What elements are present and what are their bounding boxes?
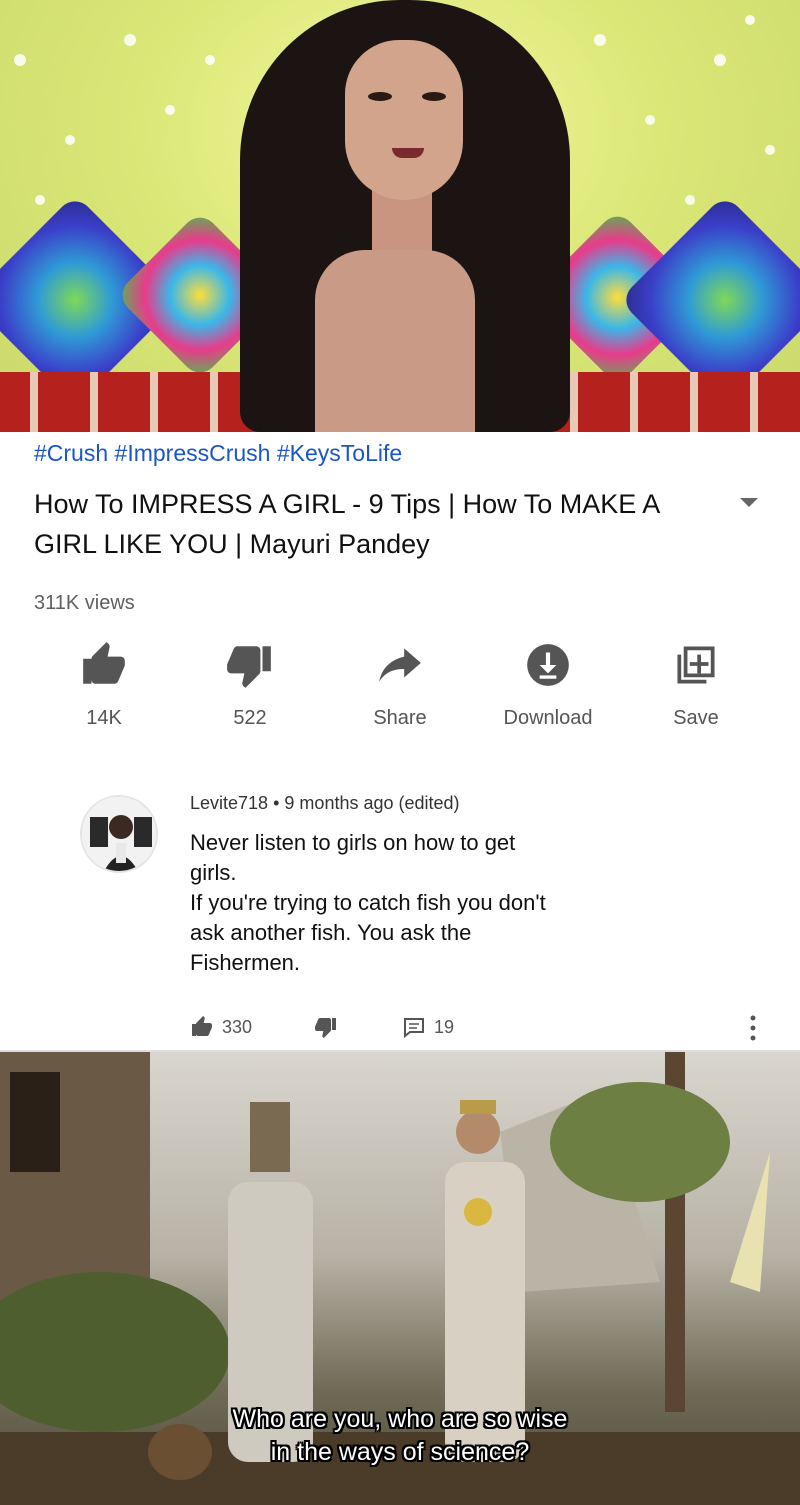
presenter-eye [368, 92, 392, 101]
comment-body: Never listen to girls on how to get girl… [190, 828, 710, 978]
subtitle-line: Who are you, who are so wise [232, 1405, 568, 1433]
light [124, 34, 136, 46]
light [65, 135, 75, 145]
comment-reply-button[interactable]: 19 [402, 1012, 454, 1042]
dislike-count: 522 [233, 707, 267, 729]
video-title[interactable]: How To IMPRESS A GIRL - 9 Tips | How To … [34, 484, 724, 564]
comment-dislike-button[interactable] [314, 1012, 338, 1042]
download-label: Download [503, 707, 593, 729]
meta-separator: • [273, 793, 280, 813]
expand-description-icon[interactable] [740, 498, 758, 507]
like-button[interactable]: 14K [44, 640, 164, 740]
thumbs-down-icon [227, 646, 271, 688]
presenter-body [315, 250, 475, 432]
add-to-playlist-icon [677, 646, 715, 684]
trees [550, 1082, 730, 1202]
view-count: 311K views [34, 592, 135, 614]
dislike-button[interactable]: 522 [190, 640, 310, 740]
comment-line: girls. [190, 860, 237, 885]
thumbs-up-icon [83, 642, 125, 684]
crest [464, 1198, 492, 1226]
download-button[interactable]: Download [488, 640, 608, 740]
light [685, 195, 695, 205]
share-label: Share [373, 707, 427, 729]
like-count: 14K [86, 707, 122, 729]
download-icon [527, 644, 569, 686]
light [745, 15, 755, 25]
light [765, 145, 775, 155]
comment-line: Fishermen. [190, 950, 301, 975]
light [165, 105, 175, 115]
comment-header: Levite718 • 9 months ago (edited) [190, 793, 460, 814]
thumbs-up-icon [192, 1016, 212, 1036]
comment-line: Never listen to girls on how to get [190, 830, 516, 855]
presenter-mouth [392, 148, 424, 158]
subtitle-line: in the ways of science? [270, 1438, 530, 1466]
commenter-avatar[interactable] [80, 795, 158, 873]
light [594, 34, 606, 46]
light [35, 195, 45, 205]
presenter-face [345, 40, 463, 200]
flag [730, 1152, 770, 1292]
comment-author[interactable]: Levite718 [190, 793, 268, 813]
light [645, 115, 655, 125]
light [714, 54, 726, 66]
presenter-eye [422, 92, 446, 101]
save-label: Save [673, 707, 719, 729]
comment-like-count: 330 [222, 1016, 253, 1037]
movie-subtitle: Who are you, who are so wise in the ways… [0, 1403, 800, 1469]
crown [460, 1100, 496, 1114]
light [14, 54, 26, 66]
more-options-icon[interactable] [750, 1015, 756, 1041]
save-button[interactable]: Save [636, 640, 756, 740]
knight-helmet [250, 1102, 290, 1172]
window [10, 1072, 60, 1172]
video-hashtags[interactable]: #Crush #ImpressCrush #KeysToLife [34, 440, 402, 467]
share-icon [379, 648, 421, 682]
comment-line: ask another fish. You ask the [190, 920, 472, 945]
share-button[interactable]: Share [340, 640, 460, 740]
avatar-image [82, 797, 156, 871]
comment-like-button[interactable]: 330 [190, 1012, 252, 1042]
reply-icon [404, 1018, 424, 1039]
light [205, 55, 215, 65]
knight-head [456, 1110, 500, 1154]
video-player[interactable] [0, 0, 800, 432]
comment-line: If you're trying to catch fish you don't [190, 890, 546, 915]
comment-time: 9 months ago (edited) [284, 793, 460, 813]
reply-count: 19 [434, 1016, 455, 1037]
thumbs-down-icon [315, 1018, 336, 1038]
